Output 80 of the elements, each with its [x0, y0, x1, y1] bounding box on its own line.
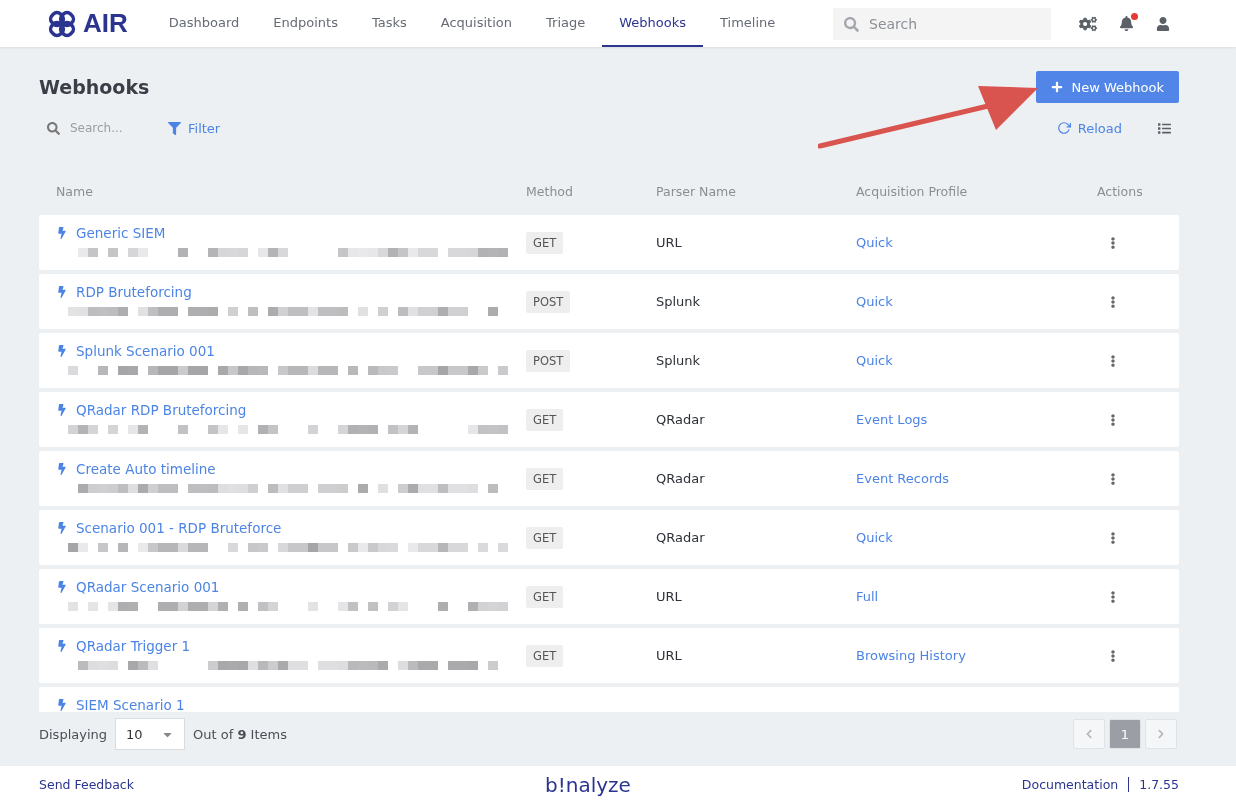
- page-title: Webhooks: [39, 76, 150, 98]
- nav-tab[interactable]: Endpoints: [256, 0, 355, 47]
- nav-tab[interactable]: Acquisition: [423, 0, 529, 47]
- webhook-name-link[interactable]: Generic SIEM: [56, 225, 526, 241]
- user-icon[interactable]: [1156, 16, 1170, 31]
- list-view-icon[interactable]: [1158, 121, 1171, 135]
- items-summary: Out of 9 Items: [193, 726, 287, 742]
- bolt-icon: [56, 404, 68, 416]
- settings-icon[interactable]: [1079, 14, 1097, 33]
- bolt-icon: [56, 286, 68, 298]
- column-header: Method: [526, 183, 574, 199]
- table-cell-text: URL: [656, 589, 683, 604]
- profile-link[interactable]: Quick: [856, 294, 893, 309]
- table-cell-text: Splunk: [656, 353, 702, 368]
- profile-link[interactable]: Quick: [856, 235, 893, 250]
- brand-logo: b!nalyze: [545, 772, 631, 797]
- search-icon: [844, 16, 859, 32]
- profile-link[interactable]: Quick: [856, 530, 893, 545]
- webhook-name-link[interactable]: QRadar RDP Bruteforcing: [56, 402, 526, 418]
- feedback-link[interactable]: Send Feedback: [39, 777, 134, 792]
- plus-icon: [1051, 81, 1064, 93]
- column-header: Acquisition Profile: [856, 183, 969, 199]
- reload-icon: [1056, 121, 1071, 135]
- table-cell-text: Splunk: [656, 294, 702, 309]
- page-size-select[interactable]: 10: [115, 718, 186, 750]
- profile-link[interactable]: Quick: [856, 353, 893, 368]
- filter-icon: [168, 121, 181, 135]
- webhook-name-link[interactable]: QRadar Scenario 001: [56, 579, 526, 595]
- webhook-name-link[interactable]: Scenario 001 - RDP Bruteforce: [56, 520, 526, 536]
- table-cell-text: URL: [656, 235, 683, 250]
- column-header: Parser Name: [656, 183, 737, 199]
- method-tag: GET: [526, 526, 564, 549]
- reload-button[interactable]: Reload: [1056, 120, 1122, 136]
- nav-tab[interactable]: Dashboard: [151, 0, 257, 47]
- column-header: Name: [56, 183, 94, 199]
- profile-link[interactable]: Browsing History: [856, 648, 966, 663]
- bolt-icon: [56, 227, 68, 239]
- table-cell-text: QRadar: [656, 471, 706, 486]
- bolt-icon: [56, 463, 68, 475]
- filter-button[interactable]: Filter: [168, 120, 221, 136]
- logo-text: AIR: [83, 8, 128, 39]
- bolt-icon: [56, 345, 68, 357]
- bolt-icon: [56, 699, 68, 711]
- nav-tab[interactable]: Tasks: [354, 0, 424, 47]
- nav-tab[interactable]: Timeline: [703, 0, 793, 47]
- bolt-icon: [56, 522, 68, 534]
- chevron-left-icon: [1084, 729, 1094, 739]
- search-field[interactable]: Search: [833, 7, 1051, 40]
- page-button[interactable]: 1: [1109, 719, 1141, 749]
- method-tag: POST: [526, 290, 571, 313]
- search-icon: [47, 121, 60, 135]
- new-webhook-button[interactable]: New Webhook: [1036, 71, 1179, 103]
- webhook-name-link[interactable]: SIEM Scenario 1: [56, 697, 526, 712]
- chevron-right-icon: [1156, 729, 1166, 739]
- nav-tab[interactable]: Webhooks: [602, 0, 703, 47]
- method-tag: GET: [526, 231, 564, 254]
- table-cell-text: URL: [656, 648, 683, 663]
- method-tag: GET: [526, 408, 564, 431]
- method-tag: GET: [526, 644, 564, 667]
- search-field[interactable]: Search...: [47, 120, 142, 136]
- method-tag: POST: [526, 349, 571, 372]
- webhook-name-link[interactable]: RDP Bruteforcing: [56, 284, 526, 300]
- profile-link[interactable]: Full: [856, 589, 879, 604]
- method-tag: GET: [526, 467, 564, 490]
- webhook-name-link[interactable]: Create Auto timeline: [56, 461, 526, 477]
- table-cell-text: QRadar: [656, 412, 706, 427]
- method-tag: GET: [526, 585, 564, 608]
- profile-link[interactable]: Event Records: [856, 471, 950, 486]
- nav-tab[interactable]: Triage: [529, 0, 603, 47]
- profile-link[interactable]: Event Logs: [856, 412, 928, 427]
- version-text: 1.7.55: [1128, 777, 1179, 792]
- documentation-link[interactable]: Documentation: [1021, 777, 1119, 792]
- pager-label: Displaying: [39, 726, 108, 742]
- bolt-icon: [56, 581, 68, 593]
- webhook-name-link[interactable]: QRadar Trigger 1: [56, 638, 526, 654]
- bolt-icon: [56, 640, 68, 652]
- column-header: Actions: [1097, 183, 1144, 199]
- webhook-name-link[interactable]: Splunk Scenario 001: [56, 343, 526, 359]
- logo-icon: [47, 8, 77, 39]
- table-cell-text: QRadar: [656, 530, 706, 545]
